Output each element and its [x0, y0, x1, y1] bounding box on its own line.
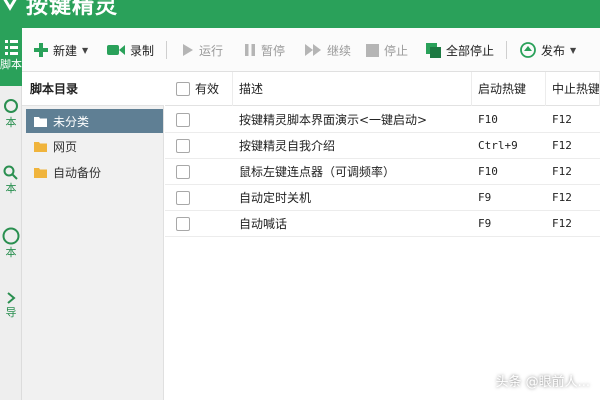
- list-icon: [5, 40, 18, 55]
- bookmark-icon: [4, 99, 18, 113]
- publish-label: 发布: [541, 43, 566, 58]
- rail-item-5[interactable]: 导: [0, 290, 22, 340]
- record-label: 录制: [130, 43, 155, 58]
- rail-label: 本: [5, 246, 17, 259]
- clock-icon: [2, 227, 20, 245]
- folder-label: 网页: [53, 139, 78, 154]
- pause-label: 暂停: [261, 43, 286, 58]
- folder-label: 自动备份: [53, 165, 102, 180]
- row-stop-hotkey: F12: [552, 217, 572, 230]
- folder-item-uncategorized[interactable]: 未分类: [26, 109, 163, 133]
- row-stop-hotkey: F12: [552, 113, 572, 126]
- column-header-start-hotkey[interactable]: 启动热键: [472, 72, 546, 106]
- folder-label: 未分类: [53, 114, 90, 129]
- record-button[interactable]: 录制: [107, 28, 154, 72]
- row-start-hotkey: F10: [478, 113, 498, 126]
- column-header-stop-hotkey[interactable]: 中止热键: [546, 72, 600, 106]
- row-description: 自动喊话: [239, 217, 288, 231]
- upload-icon: [520, 42, 536, 58]
- search-icon: [3, 165, 18, 180]
- script-directory-header: 脚本目录: [22, 72, 164, 106]
- table-row[interactable]: 自动定时关机 F9 F12: [165, 185, 600, 211]
- title-bar: 按键精灵: [0, 0, 600, 28]
- chevron-down-icon: ▼: [570, 45, 577, 55]
- left-rail: 脚本 本 本 本 导: [0, 28, 22, 400]
- rail-item-4[interactable]: 本: [0, 226, 22, 278]
- row-stop-hotkey: F12: [552, 139, 572, 152]
- stop-all-icon: [426, 42, 441, 58]
- enabled-checkbox[interactable]: [176, 165, 190, 179]
- script-table: 有效 描述 启动热键 中止热键 按键精灵脚本界面演示<一键启动> F10 F12…: [165, 72, 600, 400]
- plus-icon: [34, 43, 48, 57]
- column-header-description[interactable]: 描述: [233, 72, 472, 106]
- continue-button[interactable]: 继续: [304, 28, 351, 72]
- toolbar-divider: [166, 41, 167, 59]
- rail-label: 本: [5, 116, 17, 129]
- table-row[interactable]: 鼠标左键连点器（可调频率） F10 F12: [165, 159, 600, 185]
- folder-icon: [34, 141, 47, 152]
- table-row[interactable]: 按键精灵脚本界面演示<一键启动> F10 F12: [165, 107, 600, 133]
- folder-item-auto-backup[interactable]: 自动备份: [26, 160, 163, 184]
- folder-icon: [34, 116, 47, 127]
- row-description: 自动定时关机: [239, 191, 312, 205]
- stop-button[interactable]: 停止: [366, 28, 408, 72]
- table-row[interactable]: 按键精灵自我介绍 Ctrl+9 F12: [165, 133, 600, 159]
- app-logo-icon: [3, 0, 17, 11]
- stop-all-button[interactable]: 全部停止: [426, 28, 494, 72]
- rail-item-3[interactable]: 本: [0, 164, 22, 214]
- row-description: 鼠标左键连点器（可调频率）: [239, 165, 396, 179]
- chevron-down-icon: ▼: [82, 45, 89, 55]
- row-description: 按键精灵自我介绍: [239, 139, 336, 153]
- enabled-checkbox[interactable]: [176, 217, 190, 231]
- table-row[interactable]: 自动喊话 F9 F12: [165, 211, 600, 237]
- run-label: 运行: [199, 43, 224, 58]
- row-start-hotkey: Ctrl+9: [478, 139, 518, 152]
- row-stop-hotkey: F12: [552, 191, 572, 204]
- watermark: 头条 @眼前人...: [495, 375, 590, 390]
- enabled-checkbox[interactable]: [176, 113, 190, 127]
- fast-forward-icon: [305, 44, 321, 56]
- row-start-hotkey: F10: [478, 165, 498, 178]
- rail-label: 本: [5, 182, 17, 195]
- enabled-checkbox[interactable]: [176, 139, 190, 153]
- row-start-hotkey: F9: [478, 217, 492, 230]
- table-header: 有效 描述 启动热键 中止热键: [165, 72, 600, 106]
- run-button[interactable]: 运行: [182, 28, 223, 72]
- row-stop-hotkey: F12: [552, 165, 572, 178]
- rail-label: 导: [5, 306, 17, 319]
- video-camera-icon: [107, 45, 125, 55]
- publish-button[interactable]: 发布 ▼: [520, 28, 576, 72]
- new-button[interactable]: 新建 ▼: [34, 28, 88, 72]
- row-start-hotkey: F9: [478, 191, 492, 204]
- script-directory-panel: 脚本目录 未分类 网页 自动备份: [22, 72, 164, 400]
- stop-all-label: 全部停止: [446, 43, 495, 58]
- new-label: 新建: [53, 43, 78, 58]
- folder-item-web[interactable]: 网页: [26, 134, 163, 158]
- play-icon: [183, 44, 193, 56]
- app-title: 按键精灵: [26, 0, 119, 19]
- row-description: 按键精灵脚本界面演示<一键启动>: [239, 113, 428, 127]
- stop-icon: [366, 43, 379, 57]
- toolbar-divider: [506, 41, 507, 59]
- rail-label: 脚本: [0, 58, 22, 71]
- folder-icon: [34, 167, 47, 178]
- toolbar: 新建 ▼ 录制 运行 暂停 继续 停止 全部停止 发布 ▼: [22, 28, 600, 72]
- enabled-checkbox[interactable]: [176, 191, 190, 205]
- chevron-right-icon: [7, 292, 16, 304]
- pause-button[interactable]: 暂停: [244, 28, 285, 72]
- select-all-checkbox[interactable]: [176, 82, 190, 96]
- pause-icon: [245, 44, 255, 56]
- rail-item-2[interactable]: 本: [0, 98, 22, 148]
- continue-label: 继续: [327, 43, 352, 58]
- stop-label: 停止: [384, 43, 409, 58]
- rail-item-script[interactable]: 脚本: [0, 28, 22, 86]
